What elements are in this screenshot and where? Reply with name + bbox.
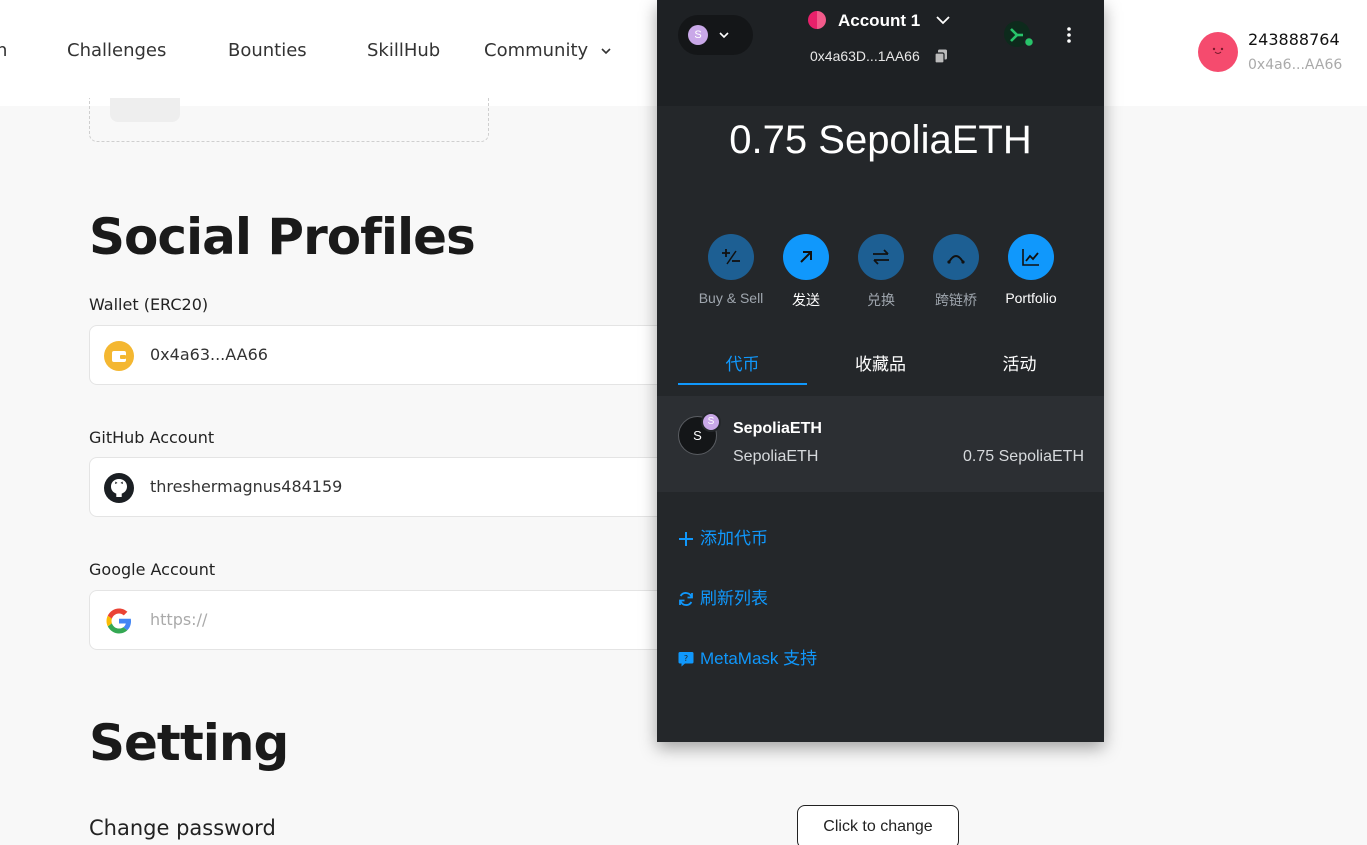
- swap-button[interactable]: 兑换: [846, 234, 916, 310]
- add-token-link[interactable]: 添加代币: [678, 524, 768, 549]
- tab-nfts[interactable]: 收藏品: [816, 350, 945, 375]
- buy-sell-circle: [708, 234, 754, 280]
- metamask-header: S Account 1 0x4a63D...1AA66: [657, 0, 1104, 106]
- balance-amount: 0.75 SepoliaETH: [729, 118, 1032, 162]
- arrow-up-right-icon: [800, 251, 812, 263]
- bridge-icon: [947, 255, 965, 264]
- network-selector[interactable]: S: [678, 15, 753, 55]
- add-token-label: 添加代币: [700, 529, 768, 548]
- change-password-button[interactable]: Click to change: [797, 805, 959, 845]
- social-profiles-title: Social Profiles: [89, 208, 476, 266]
- user-address: 0x4a6...AA66: [1248, 57, 1343, 73]
- network-badge: S: [688, 25, 708, 45]
- send-label: 发送: [792, 292, 820, 308]
- plus-icon: [679, 532, 693, 546]
- github-field[interactable]: threshermagnus484159: [89, 457, 689, 517]
- google-field[interactable]: https://: [89, 590, 689, 650]
- buy-sell-label: Buy & Sell: [698, 290, 764, 306]
- plus-minus-icon: [722, 249, 740, 265]
- portfolio-label: Portfolio: [1005, 290, 1057, 306]
- user-name: 243888764: [1248, 30, 1340, 49]
- wallet-address-value: 0x4a63...AA66: [150, 345, 268, 364]
- metamask-popup: S Account 1 0x4a63D...1AA66 0.75 Sepolia…: [657, 0, 1104, 742]
- metamask-support-link[interactable]: ? MetaMask 支持: [678, 644, 817, 669]
- chevron-down-icon: [936, 16, 950, 25]
- account-name: Account 1: [838, 11, 921, 30]
- bridge-button[interactable]: 跨链桥: [921, 234, 991, 310]
- active-tab-indicator: [678, 383, 807, 385]
- token-name: SepoliaETH: [733, 420, 822, 437]
- support-chat-icon: ?: [678, 652, 694, 667]
- portfolio-circle: [1008, 234, 1054, 280]
- github-label: GitHub Account: [89, 428, 215, 447]
- swap-label: 兑换: [867, 292, 895, 308]
- copy-icon[interactable]: [934, 49, 948, 64]
- nav-item-skillhub[interactable]: SkillHub: [367, 40, 440, 62]
- chart-line-icon: [1022, 249, 1039, 266]
- chevron-down-icon: [719, 32, 729, 39]
- wallet-icon: [104, 341, 134, 371]
- nav-item-cut[interactable]: n: [0, 40, 7, 62]
- bridge-label: 跨链桥: [935, 292, 977, 308]
- more-options-icon[interactable]: [1059, 24, 1079, 46]
- metamask-support-label: MetaMask 支持: [700, 649, 818, 668]
- nav-item-community-label: Community: [484, 40, 589, 61]
- buy-sell-button[interactable]: Buy & Sell: [696, 234, 766, 306]
- nav-item-bounties[interactable]: Bounties: [228, 40, 307, 62]
- smile-face-icon: [1212, 47, 1224, 54]
- chevron-down-icon: [601, 48, 611, 55]
- refresh-list-link[interactable]: 刷新列表: [678, 584, 768, 609]
- token-network-badge: S: [701, 412, 721, 432]
- nav-item-challenges[interactable]: Challenges: [67, 40, 166, 62]
- google-label: Google Account: [89, 560, 216, 579]
- nav-item-community[interactable]: Community: [484, 40, 612, 62]
- send-circle: [783, 234, 829, 280]
- bridge-circle: [933, 234, 979, 280]
- send-button[interactable]: 发送: [771, 234, 841, 310]
- connected-site-icon[interactable]: [1003, 20, 1035, 50]
- avatar: [1198, 32, 1238, 72]
- setting-title: Setting: [89, 714, 289, 772]
- tab-tokens[interactable]: 代币: [678, 350, 807, 375]
- swap-circle: [858, 234, 904, 280]
- account-avatar-icon: [808, 11, 826, 29]
- upload-placeholder: [110, 98, 180, 122]
- svg-text:?: ?: [684, 654, 688, 663]
- token-symbol: SepoliaETH: [733, 448, 819, 465]
- tab-activity[interactable]: 活动: [955, 350, 1084, 375]
- portfolio-button[interactable]: Portfolio: [996, 234, 1066, 306]
- refresh-list-label: 刷新列表: [700, 589, 768, 608]
- refresh-icon: [679, 592, 693, 606]
- token-list-item[interactable]: S S SepoliaETH SepoliaETH 0.75 SepoliaET…: [657, 396, 1104, 492]
- wallet-field[interactable]: 0x4a63...AA66: [89, 325, 689, 385]
- github-username-value: threshermagnus484159: [150, 477, 343, 496]
- github-icon: [104, 473, 134, 503]
- google-url-placeholder: https://: [150, 610, 208, 629]
- google-icon: [106, 608, 131, 634]
- change-password-label: Change password: [89, 816, 276, 840]
- swap-arrows-icon: [873, 249, 889, 265]
- avatar-upload-box[interactable]: [89, 98, 489, 142]
- token-balance: 0.75 SepoliaETH: [963, 448, 1084, 465]
- wallet-label: Wallet (ERC20): [89, 295, 209, 314]
- account-address[interactable]: 0x4a63D...1AA66: [810, 48, 920, 64]
